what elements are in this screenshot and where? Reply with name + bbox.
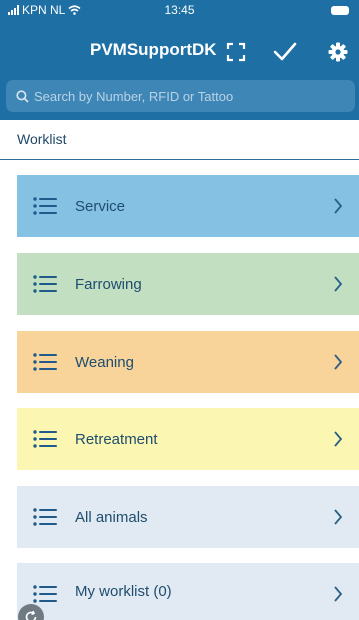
- gear-icon[interactable]: [326, 40, 350, 64]
- chevron-right-icon: [334, 431, 343, 447]
- list-icon: [33, 197, 57, 215]
- search-icon: [16, 89, 29, 103]
- list-icon: [33, 353, 57, 371]
- check-icon[interactable]: [273, 40, 297, 64]
- chevron-right-icon: [334, 198, 343, 214]
- expand-icon[interactable]: [224, 40, 248, 64]
- worklist-item-weaning[interactable]: Weaning: [17, 331, 359, 393]
- list-icon: [33, 585, 57, 603]
- item-label: Farrowing: [75, 275, 142, 293]
- app-title: PVMSupportDK: [90, 40, 217, 59]
- worklist-item-my-worklist[interactable]: My worklist (0): [17, 563, 359, 620]
- item-label: All animals: [75, 508, 148, 526]
- item-label: My worklist (0): [75, 583, 172, 600]
- chevron-right-icon: [334, 509, 343, 525]
- list-icon: [33, 275, 57, 293]
- battery-icon: [331, 6, 349, 15]
- item-label: Retreatment: [75, 430, 158, 448]
- divider: [0, 159, 359, 160]
- clock: 13:45: [164, 3, 195, 17]
- item-label: Weaning: [75, 353, 134, 371]
- item-label: Service: [75, 197, 126, 215]
- worklist-item-farrowing[interactable]: Farrowing: [17, 253, 359, 315]
- status-bar: KPN NL 13:45: [0, 0, 359, 22]
- chevron-right-icon: [334, 276, 343, 292]
- chevron-right-icon: [334, 586, 343, 602]
- section-title: Worklist: [17, 131, 67, 147]
- refresh-icon: [25, 610, 37, 620]
- list-icon: [33, 430, 57, 448]
- worklist-item-all-animals[interactable]: All animals: [17, 486, 359, 548]
- worklist-item-retreatment[interactable]: Retreatment: [17, 408, 359, 470]
- worklist-item-service[interactable]: Service: [17, 175, 359, 237]
- search-bar[interactable]: [6, 80, 355, 112]
- list-icon: [33, 508, 57, 526]
- chevron-right-icon: [334, 354, 343, 370]
- app-header: KPN NL 13:45 PVMSupportDK: [0, 0, 359, 120]
- search-input[interactable]: [34, 88, 355, 104]
